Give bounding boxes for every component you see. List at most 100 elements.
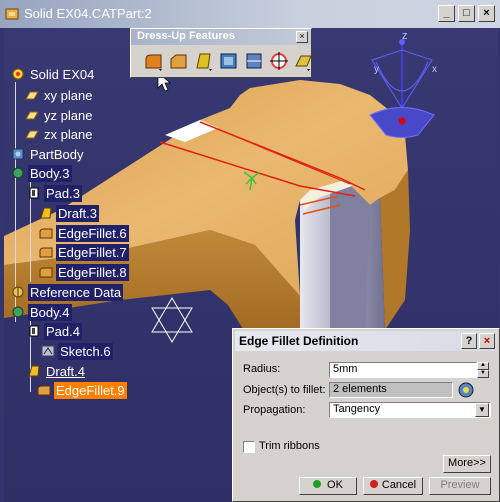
thickness-tool-button[interactable] — [243, 50, 265, 72]
tree-node-body4[interactable]: Body.4 — [10, 303, 72, 321]
ok-label: OK — [327, 479, 343, 491]
minimize-button[interactable]: _ — [438, 5, 455, 22]
shell-icon — [220, 53, 237, 69]
tree-label: yz plane — [44, 107, 93, 123]
draft-tool-button[interactable] — [193, 50, 215, 72]
list-edit-icon — [458, 382, 474, 398]
tree-node-yz-plane[interactable]: yz plane — [24, 106, 94, 124]
close-window-button[interactable]: × — [478, 5, 495, 22]
compass[interactable] — [369, 39, 435, 138]
body-icon — [12, 148, 24, 160]
draft-icon — [196, 53, 212, 71]
cancel-button[interactable]: Cancel — [363, 477, 423, 495]
draft-icon — [28, 365, 40, 377]
fillet-icon — [39, 267, 53, 278]
dialog-title-bar[interactable]: Edge Fillet Definition ? × — [235, 331, 497, 351]
help-button[interactable]: ? — [461, 333, 477, 349]
cancel-label: Cancel — [381, 479, 417, 491]
thread-icon — [270, 52, 288, 70]
tree-node-sketch6[interactable]: Sketch.6 — [40, 342, 113, 360]
compass-x-label: x — [432, 64, 437, 75]
tree-label: EdgeFillet.8 — [56, 263, 129, 281]
tree-node-zx-plane[interactable]: zx plane — [24, 125, 94, 143]
thread-tool-button[interactable] — [268, 50, 290, 72]
body-icon — [12, 306, 24, 318]
tree-label: EdgeFillet.9 — [54, 381, 127, 399]
plane-icon — [25, 111, 39, 120]
objects-field[interactable]: 2 elements — [329, 382, 453, 398]
remove-face-tool-button[interactable] — [293, 50, 315, 72]
tree-label: Sketch.6 — [58, 342, 113, 360]
chamfer-icon — [170, 54, 187, 69]
tree-label: Body.4 — [28, 303, 72, 321]
sketch-icon — [41, 345, 55, 357]
dress-up-toolbar[interactable]: Dress-Up Features × — [130, 28, 312, 78]
tree-node-edgefillet8[interactable]: EdgeFillet.8 — [38, 263, 129, 281]
compass-z-label: z — [402, 30, 408, 42]
toolbar-close-button[interactable]: × — [296, 31, 308, 43]
tree-node-body3[interactable]: Body.3 — [10, 164, 72, 182]
maximize-button[interactable]: □ — [458, 5, 475, 22]
chamfer-tool-button[interactable] — [168, 50, 190, 72]
tree-label: PartBody — [30, 146, 84, 162]
edge-fillet-dialog[interactable]: Edge Fillet Definition ? × Radius: 5mm ▲… — [232, 328, 500, 502]
tree-node-reference-data[interactable]: Reference Data — [10, 283, 124, 301]
fillet-icon — [37, 385, 51, 396]
shell-tool-button[interactable] — [218, 50, 240, 72]
title-bar[interactable]: Solid EX04.CATPart:2 _ □ × — [0, 0, 500, 28]
tree-label: Draft.3 — [56, 204, 100, 222]
tree-label: Reference Data — [28, 283, 124, 301]
tree-label: Pad.4 — [44, 322, 82, 340]
tree-node-edgefillet6[interactable]: EdgeFillet.6 — [38, 224, 129, 242]
preview-button[interactable]: Preview — [429, 477, 491, 495]
more-button[interactable]: More>> — [443, 455, 491, 473]
spin-up-icon[interactable]: ▲ — [477, 362, 489, 370]
dialog-close-button[interactable]: × — [479, 333, 495, 349]
cancel-icon — [369, 480, 378, 488]
fillet-tool-button[interactable] — [143, 50, 165, 72]
tree-node-root[interactable]: Solid EX04 — [10, 65, 96, 83]
plane-icon — [25, 130, 39, 139]
compass-y-label: y — [374, 64, 379, 75]
tree-label: zx plane — [44, 126, 93, 142]
edit-list-button[interactable] — [457, 381, 475, 399]
axis-system-star[interactable] — [151, 297, 193, 343]
tree-label: xy plane — [44, 87, 93, 103]
tree-label-root: Solid EX04 — [30, 66, 95, 82]
radius-label: Radius: — [243, 363, 281, 375]
reference-data-icon — [12, 286, 24, 298]
toolbar-title-bar[interactable]: Dress-Up Features × — [131, 29, 311, 45]
fillet-icon — [145, 54, 162, 71]
body-icon — [12, 167, 24, 179]
pad-icon — [29, 187, 39, 199]
tree-node-pad4[interactable]: Pad.4 — [26, 322, 82, 340]
tree-label: EdgeFillet.7 — [56, 243, 129, 261]
tree-node-partbody[interactable]: PartBody — [10, 145, 85, 163]
fillet-icon — [39, 228, 53, 239]
radius-input[interactable]: 5mm — [329, 362, 477, 378]
objects-label: Object(s) to fillet: — [243, 384, 326, 396]
tree-node-draft3[interactable]: Draft.3 — [38, 204, 100, 222]
radius-spinner[interactable]: ▲ ▼ — [477, 362, 489, 378]
ok-button[interactable]: OK — [299, 477, 357, 495]
tree-label: EdgeFillet.6 — [56, 224, 129, 242]
spin-down-icon[interactable]: ▼ — [477, 370, 489, 378]
tree-node-xy-plane[interactable]: xy plane — [24, 86, 94, 104]
part-icon — [12, 68, 24, 80]
ok-icon — [313, 480, 322, 488]
propagation-select[interactable]: Tangency — [329, 402, 491, 418]
tree-label: Pad.3 — [44, 184, 82, 202]
tree-node-edgefillet7[interactable]: EdgeFillet.7 — [38, 243, 129, 261]
thickness-icon — [246, 53, 262, 69]
catia-window: Solid EX04.CATPart:2 _ □ × z y x Solid E… — [0, 0, 500, 502]
tree-node-pad3[interactable]: Pad.3 — [26, 184, 82, 202]
tree-node-edgefillet9[interactable]: EdgeFillet.9 — [36, 381, 127, 399]
trim-ribbons-checkbox[interactable] — [243, 441, 255, 453]
tree-node-draft4[interactable]: Draft.4 — [26, 362, 87, 380]
tree-label: Draft.4 — [46, 363, 86, 379]
pocket-wall — [330, 180, 370, 345]
dialog-title: Edge Fillet Definition — [239, 334, 359, 348]
trim-ribbons-label: Trim ribbons — [259, 440, 320, 452]
plane-icon — [25, 91, 39, 100]
chevron-down-icon[interactable]: ▼ — [475, 403, 489, 417]
